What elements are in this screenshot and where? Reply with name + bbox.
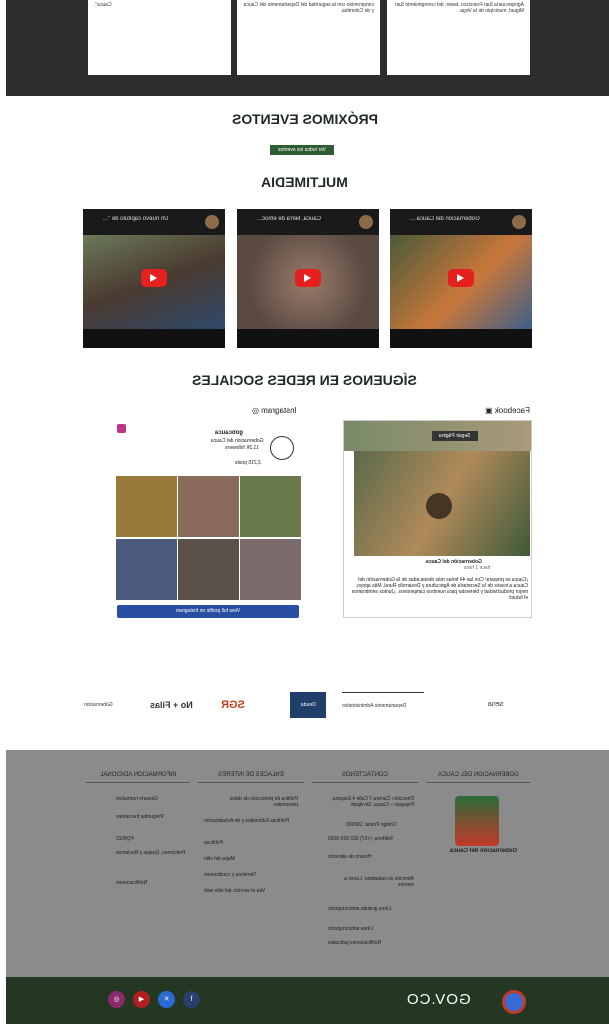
video-card[interactable]: Un nuevo capítulo de "... xyxy=(83,209,225,348)
news-card[interactable]: compromiso con la seguridad del Departam… xyxy=(237,0,380,75)
channel-avatar xyxy=(359,215,373,229)
video-title: Un nuevo capítulo de "... xyxy=(103,216,169,222)
footer-contact-item[interactable]: Teléfono: (+57) 602 820 9000 xyxy=(328,836,414,842)
youtube-icon[interactable]: ▶ xyxy=(133,991,150,1008)
footer-link[interactable]: Peticiones, Quejas y Reclamos xyxy=(116,850,186,856)
facebook-follow-button[interactable]: Seguir Página xyxy=(432,431,478,441)
facebook-label: Facebook ▣ xyxy=(485,406,530,415)
partner-logo[interactable]: Departamento Administrativo xyxy=(342,692,424,718)
footer-link[interactable]: Mapa del sitio xyxy=(204,856,298,862)
partner-logo[interactable]: Deuda xyxy=(290,692,326,718)
instagram-profile-button[interactable]: View full profile on Instagram xyxy=(117,605,299,618)
video-card[interactable]: Gobernación del Cauca ... xyxy=(390,209,532,348)
footer-contact-item: Horario de atención xyxy=(328,854,372,860)
footer-link[interactable]: PQRSD xyxy=(116,836,186,842)
partner-logo[interactable]: Gobernación xyxy=(84,692,134,718)
instagram-icon: ◎ xyxy=(252,406,259,415)
video-card[interactable]: Cauca, tierra de emoc... xyxy=(237,209,379,348)
footer-col-title: INFORMACIÓN ADICIONAL xyxy=(86,772,190,783)
footer-contact-item: Dirección: Carrera 7 Calle 4 Esquina, Po… xyxy=(331,796,414,808)
bottom-bar: GOV.CO xyxy=(6,977,609,1024)
instagram-posts: 2,215 posts xyxy=(235,460,261,466)
footer-link[interactable]: Políticas xyxy=(204,840,298,846)
footer-contact-item[interactable]: Línea gratuita anticorrupción xyxy=(328,906,414,912)
instagram-post[interactable] xyxy=(178,476,239,537)
news-card-text: Cauca". xyxy=(94,2,112,8)
events-button[interactable]: Ver todos los eventos xyxy=(270,145,334,155)
co-logo-icon[interactable] xyxy=(502,990,526,1014)
news-card-text: Agropecuaria San Francisco Javier, del c… xyxy=(395,2,524,14)
news-band: Agropecuaria San Francisco Javier, del c… xyxy=(6,0,609,96)
instagram-post[interactable] xyxy=(240,476,301,537)
events-title: PRÓXIMOS EVENTOS xyxy=(0,111,609,127)
footer-logo-text: Gobernación del Cauca xyxy=(450,848,518,854)
instagram-label: Instagram ◎ xyxy=(252,406,297,415)
footer-col-title: ENLACES DE INTERÉS xyxy=(198,772,304,783)
footer-link[interactable]: Política de protección de datos personal… xyxy=(204,796,298,808)
footer-contact-item: Código Postal: 190003 xyxy=(346,822,397,828)
play-icon[interactable] xyxy=(141,269,167,287)
footer-logo xyxy=(455,796,499,846)
events-title-text: PRÓXIMOS EVENTOS xyxy=(231,111,378,127)
footer-contact-item[interactable]: Línea anticorrupción xyxy=(328,926,414,932)
events-button-label: Ver todos los eventos xyxy=(278,147,326,153)
facebook-widget[interactable]: Seguir Página Gobernación del Cauca hace… xyxy=(343,420,532,618)
instagram-post[interactable] xyxy=(240,539,301,600)
play-icon[interactable] xyxy=(426,493,452,519)
instagram-icon[interactable] xyxy=(117,424,126,433)
instagram-post[interactable] xyxy=(116,476,177,537)
video-title: Cauca, tierra de emoc... xyxy=(257,216,322,222)
video-header xyxy=(390,209,532,235)
footer-link[interactable]: Preguntas frecuentes xyxy=(116,814,186,820)
footer: GOBERNACIÓN DEL CAUCA Gobernación del Ca… xyxy=(6,750,609,977)
news-card[interactable]: Agropecuaria San Francisco Javier, del c… xyxy=(387,0,530,75)
footer-col-title: GOBERNACIÓN DEL CAUCA xyxy=(426,772,530,783)
news-card-text: compromiso con la seguridad del Departam… xyxy=(243,2,374,14)
video-header xyxy=(237,209,379,235)
footer-contact-item[interactable]: Notificaciones judiciales xyxy=(328,940,414,946)
footer-link[interactable]: Términos y condiciones xyxy=(204,872,298,878)
twitter-icon[interactable]: ✕ xyxy=(158,991,175,1008)
govco-brand[interactable]: GOV.CO xyxy=(406,991,471,1008)
channel-avatar xyxy=(205,215,219,229)
instagram-followers: 11.2K followers xyxy=(225,445,259,451)
play-icon[interactable] xyxy=(448,269,474,287)
instagram-name: Gobernación del Cauca xyxy=(211,438,264,444)
footer-link[interactable]: Glosario normativo xyxy=(116,796,186,802)
facebook-post-text: ¡Cauca se prepara! Con las 44 ferias más… xyxy=(351,577,528,601)
instagram-handle: gobcauca xyxy=(215,430,244,436)
social-title-text: SÍGUENOS EN REDES SOCIALES xyxy=(192,372,417,388)
instagram-post[interactable] xyxy=(116,539,177,600)
footer-link[interactable]: Políticas Editoriales y de Actualización xyxy=(204,818,298,824)
news-card[interactable]: Cauca". xyxy=(88,0,231,75)
instagram-icon[interactable]: ◎ xyxy=(108,991,125,1008)
footer-link[interactable]: Notificaciones xyxy=(116,880,186,886)
partner-logo[interactable]: sena xyxy=(488,692,528,718)
social-title: SÍGUENOS EN REDES SOCIALES xyxy=(0,372,609,388)
footer-col-title: CONTÁCTENOS xyxy=(312,772,418,783)
footer-link[interactable]: Vea el servicio del sitio web xyxy=(204,888,298,894)
instagram-avatar xyxy=(270,436,294,460)
instagram-post[interactable] xyxy=(178,539,239,600)
multimedia-title-text: MULTIMEDIA xyxy=(261,174,348,190)
video-title: Gobernación del Cauca ... xyxy=(410,216,480,222)
video-header xyxy=(83,209,225,235)
partner-logo[interactable]: No + Filas xyxy=(150,692,205,718)
channel-avatar xyxy=(512,215,526,229)
multimedia-title: MULTIMEDIA xyxy=(0,174,609,190)
instagram-widget[interactable]: gobcauca Gobernación del Cauca 11.2K fol… xyxy=(115,420,305,620)
partner-logo[interactable]: SGR xyxy=(221,692,271,718)
play-icon[interactable] xyxy=(295,269,321,287)
facebook-icon[interactable]: f xyxy=(183,991,200,1008)
facebook-icon: ▣ xyxy=(485,406,493,415)
footer-contact-item: Atención al ciudadano: Lunes a viernes xyxy=(344,876,414,888)
facebook-post-time: hace 1 hora xyxy=(464,565,491,571)
